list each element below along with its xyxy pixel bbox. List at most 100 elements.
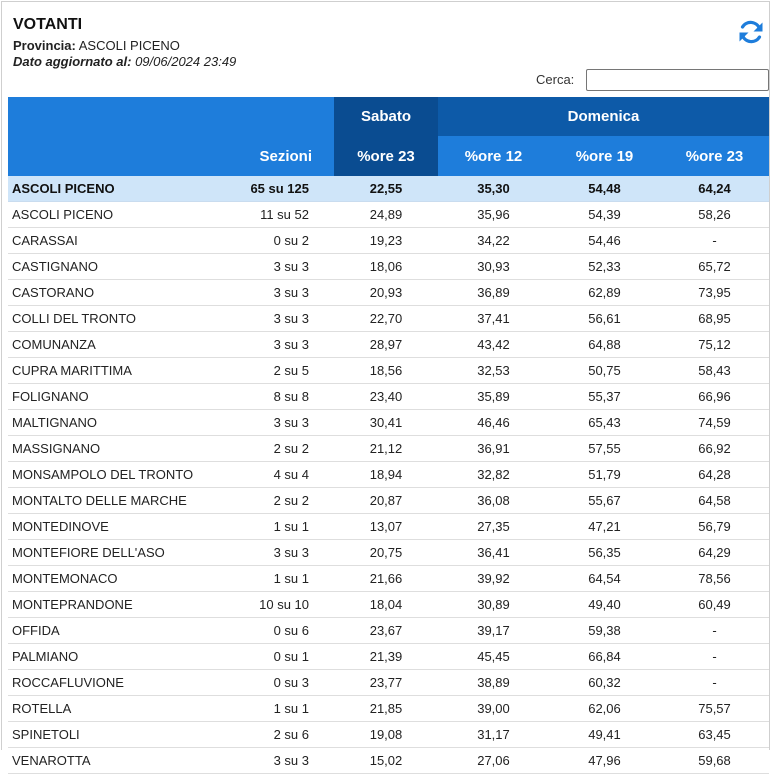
cell-comune: MASSIGNANO <box>8 435 230 462</box>
cell-sezioni: 11 su 52 <box>230 201 334 228</box>
search-input[interactable] <box>586 69 769 91</box>
total-row: ASCOLI PICENO 65 su 125 22,55 35,30 54,4… <box>8 176 770 202</box>
cell-dom-ore23: - <box>660 227 770 254</box>
table-row: MONTEPRANDONE 10 su 10 18,04 30,89 49,40 60,4… <box>8 591 770 618</box>
cell-dom-ore19: 60,32 <box>549 669 660 696</box>
table-row: CARASSAI 0 su 2 19,23 34,22 54,46- <box>8 227 770 254</box>
cell-dom-ore23: - <box>660 617 770 644</box>
cell-comune: SPINETOLI <box>8 721 230 748</box>
cell-sab-ore23: 18,94 <box>334 461 438 488</box>
cell-sab-ore23: 28,97 <box>334 331 438 358</box>
provincia-value: ASCOLI PICENO <box>78 38 180 53</box>
table-row: ROCCAFLUVIONE 0 su 3 23,77 38,89 60,32- <box>8 669 770 696</box>
cell-dom-ore23: 60,49 <box>660 591 770 618</box>
cell-dom-ore19: 54,39 <box>549 201 660 228</box>
cell-comune: FOLIGNANO <box>8 383 230 410</box>
cell-sezioni: 3 su 3 <box>230 409 334 436</box>
page-title: VOTANTI <box>13 16 83 33</box>
table-row: MONTALTO DELLE MARCHE 2 su 2 20,87 36,08 55,… <box>8 487 770 514</box>
cell-sab-ore23: 19,23 <box>334 227 438 254</box>
cell-sab-ore23: 18,06 <box>334 253 438 280</box>
refresh-icon[interactable] <box>737 18 765 46</box>
cell-dom-ore12: 39,17 <box>438 617 549 644</box>
updated-line: Dato aggiornato al: 09/06/2024 23:49 <box>13 54 236 69</box>
cell-comune: CARASSAI <box>8 227 230 254</box>
table-row: PALMIANO 0 su 1 21,39 45,45 66,84- <box>8 643 770 670</box>
cell-dom-ore23: 68,95 <box>660 305 770 332</box>
cell-sezioni: 10 su 10 <box>230 591 334 618</box>
col-header-sezioni[interactable]: Sezioni <box>230 136 334 176</box>
search-label: Cerca: <box>536 72 575 87</box>
cell-comune: VENAROTTA <box>8 747 230 774</box>
cell-sab-ore23: 13,07 <box>334 513 438 540</box>
cell-comune: MONTEPRANDONE <box>8 591 230 618</box>
table-row: OFFIDA 0 su 6 23,67 39,17 59,38- <box>8 617 770 644</box>
cell-dom-ore23: 75,12 <box>660 331 770 358</box>
cell-dom-ore23: 66,92 <box>660 435 770 462</box>
votanti-table: Sabato Domenica Sezioni %ore 23 %ore 12 … <box>8 97 770 774</box>
cell-sezioni: 65 su 125 <box>230 176 334 202</box>
group-header-domenica: Domenica <box>438 97 770 136</box>
col-header-sab-ore23[interactable]: %ore 23 <box>334 136 438 176</box>
table-row: CASTIGNANO 3 su 3 18,06 30,93 52,33 65,72 <box>8 253 770 280</box>
cell-sezioni: 3 su 3 <box>230 279 334 306</box>
cell-dom-ore23: 73,95 <box>660 279 770 306</box>
cell-dom-ore19: 65,43 <box>549 409 660 436</box>
cell-dom-ore12: 31,17 <box>438 721 549 748</box>
cell-dom-ore19: 66,84 <box>549 643 660 670</box>
cell-dom-ore19: 52,33 <box>549 253 660 280</box>
cell-sab-ore23: 23,77 <box>334 669 438 696</box>
cell-dom-ore12: 39,00 <box>438 695 549 722</box>
cell-comune: CASTORANO <box>8 279 230 306</box>
cell-dom-ore12: 36,08 <box>438 487 549 514</box>
cell-dom-ore23: - <box>660 669 770 696</box>
cell-sezioni: 8 su 8 <box>230 383 334 410</box>
cell-dom-ore23: 58,43 <box>660 357 770 384</box>
cell-dom-ore19: 57,55 <box>549 435 660 462</box>
cell-comune: ROTELLA <box>8 695 230 722</box>
cell-dom-ore23: 64,28 <box>660 461 770 488</box>
cell-dom-ore12: 35,30 <box>438 176 549 202</box>
table-row: CUPRA MARITTIMA 2 su 5 18,56 32,53 50,75 58,4… <box>8 357 770 384</box>
cell-sezioni: 3 su 3 <box>230 747 334 774</box>
cell-sezioni: 2 su 6 <box>230 721 334 748</box>
cell-dom-ore12: 30,89 <box>438 591 549 618</box>
table-row: MONTEFIORE DELL'ASO 3 su 3 20,75 36,41 56,35… <box>8 539 770 566</box>
table-row: COLLI DEL TRONTO 3 su 3 22,70 37,41 56,61 68,… <box>8 305 770 332</box>
cell-dom-ore19: 59,38 <box>549 617 660 644</box>
cell-dom-ore19: 54,48 <box>549 176 660 202</box>
table-row: COMUNANZA 3 su 3 28,97 43,42 64,88 75,12 <box>8 331 770 358</box>
cell-dom-ore23: 74,59 <box>660 409 770 436</box>
col-header-dom-ore19[interactable]: %ore 19 <box>549 136 660 176</box>
cell-dom-ore19: 49,41 <box>549 721 660 748</box>
col-header-dom-ore12[interactable]: %ore 12 <box>438 136 549 176</box>
cell-comune: ASCOLI PICENO <box>8 176 230 202</box>
cell-dom-ore12: 34,22 <box>438 227 549 254</box>
cell-dom-ore23: 78,56 <box>660 565 770 592</box>
cell-dom-ore12: 45,45 <box>438 643 549 670</box>
cell-sab-ore23: 22,55 <box>334 176 438 202</box>
cell-comune: ROCCAFLUVIONE <box>8 669 230 696</box>
cell-comune: MONSAMPOLO DEL TRONTO <box>8 461 230 488</box>
cell-comune: COMUNANZA <box>8 331 230 358</box>
cell-comune: OFFIDA <box>8 617 230 644</box>
table-row: MASSIGNANO 2 su 2 21,12 36,91 57,55 66,92 <box>8 435 770 462</box>
cell-comune: ASCOLI PICENO <box>8 201 230 228</box>
cell-sezioni: 1 su 1 <box>230 695 334 722</box>
cell-sab-ore23: 21,39 <box>334 643 438 670</box>
cell-sezioni: 3 su 3 <box>230 331 334 358</box>
cell-dom-ore19: 55,37 <box>549 383 660 410</box>
group-header-sabato: Sabato <box>334 97 438 136</box>
table-row: MONTEMONACO 1 su 1 21,66 39,92 64,54 78,56 <box>8 565 770 592</box>
cell-sab-ore23: 21,85 <box>334 695 438 722</box>
cell-sab-ore23: 22,70 <box>334 305 438 332</box>
cell-dom-ore12: 46,46 <box>438 409 549 436</box>
cell-comune: MONTEDINOVE <box>8 513 230 540</box>
col-header-dom-ore23[interactable]: %ore 23 <box>660 136 770 176</box>
cell-dom-ore23: 75,57 <box>660 695 770 722</box>
cell-comune: CASTIGNANO <box>8 253 230 280</box>
col-header-comune[interactable] <box>8 136 230 176</box>
cell-dom-ore23: 66,96 <box>660 383 770 410</box>
header-blank <box>8 97 230 136</box>
table-row: ROTELLA 1 su 1 21,85 39,00 62,06 75,57 <box>8 695 770 722</box>
